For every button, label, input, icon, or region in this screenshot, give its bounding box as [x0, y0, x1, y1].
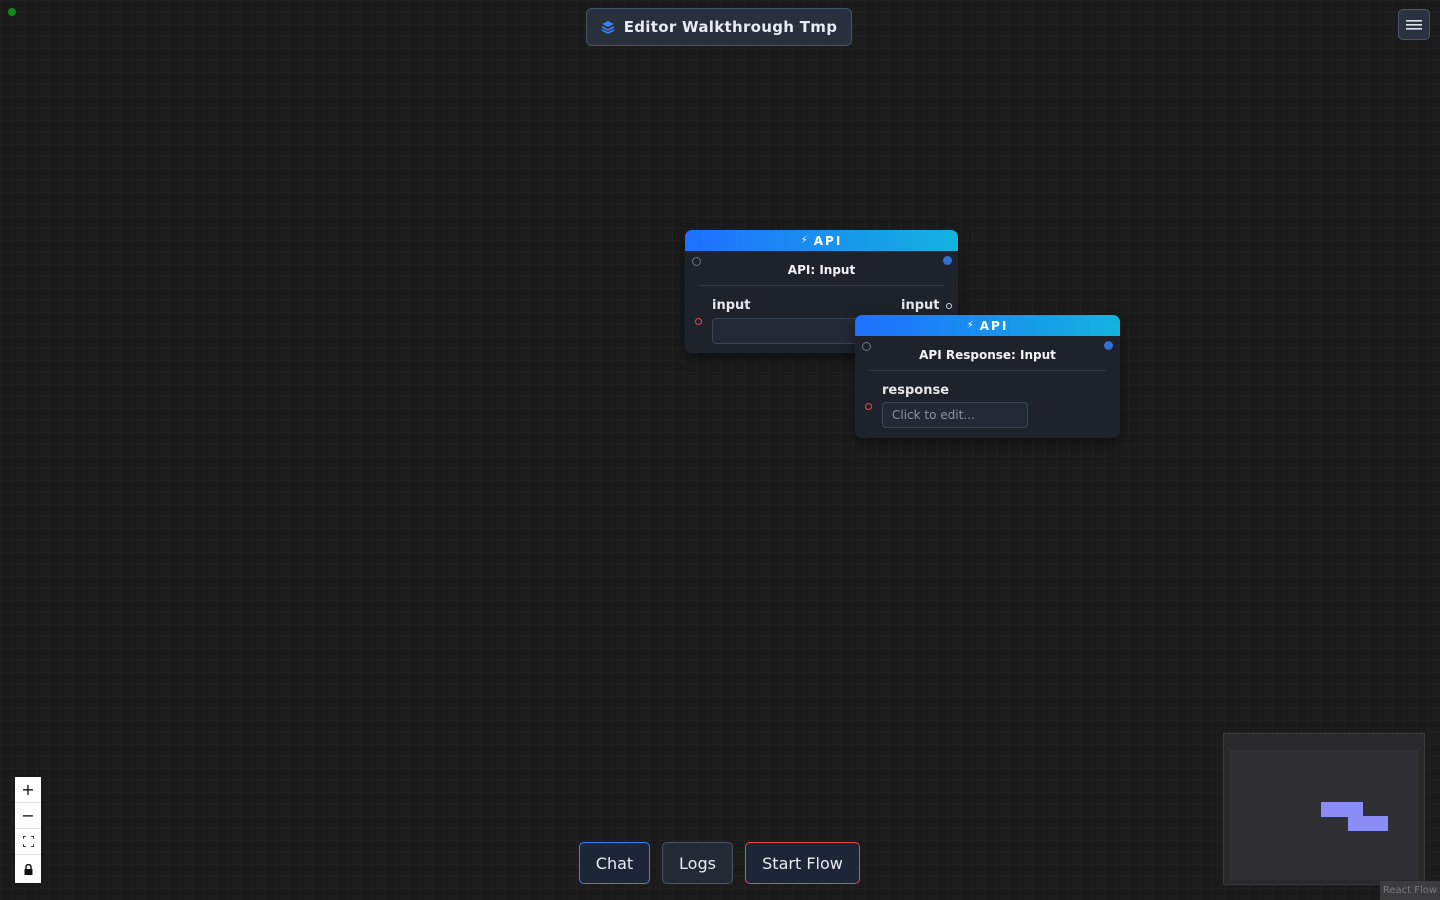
node-category-header: ⚡ API: [685, 230, 958, 251]
lock-button[interactable]: [15, 855, 41, 883]
fit-view-icon: [22, 836, 34, 847]
react-flow-attribution[interactable]: React Flow: [1380, 881, 1440, 900]
minimap-view: [1230, 750, 1418, 880]
node-category-header: ⚡ API: [855, 315, 1120, 336]
lightning-icon: ⚡: [800, 235, 810, 246]
node-title: API: Input: [787, 263, 856, 277]
field-label-input: input: [712, 298, 751, 313]
connection-status-dot: [8, 8, 16, 16]
field-input-handle[interactable]: [695, 318, 702, 325]
minimap-node: [1348, 816, 1388, 831]
chat-button[interactable]: Chat: [579, 842, 650, 884]
node-divider: [869, 370, 1106, 371]
node-divider: [699, 285, 944, 286]
project-title-pill[interactable]: Editor Walkthrough Tmp: [586, 8, 852, 46]
node-category-label: API: [979, 318, 1009, 333]
minimap[interactable]: [1223, 733, 1425, 885]
flow-canvas[interactable]: Editor Walkthrough Tmp ⚡ API API: Input …: [0, 0, 1440, 900]
field-input-handle[interactable]: [865, 403, 872, 410]
field-output-handle[interactable]: [946, 303, 952, 309]
api-response-node[interactable]: ⚡ API API Response: Input response Click…: [855, 315, 1120, 438]
start-flow-button[interactable]: Start Flow: [745, 842, 860, 884]
fit-view-button[interactable]: [15, 829, 41, 855]
project-title: Editor Walkthrough Tmp: [623, 18, 838, 36]
field-label-response: response: [882, 383, 950, 398]
node-category-label: API: [813, 233, 843, 248]
output-label-input: input: [901, 298, 940, 313]
lock-icon: [24, 863, 32, 875]
layers-icon: [601, 21, 615, 34]
lightning-icon: ⚡: [966, 320, 976, 331]
minimap-node: [1321, 802, 1363, 817]
zoom-controls: + −: [15, 777, 41, 883]
zoom-in-button[interactable]: +: [15, 777, 41, 803]
zoom-out-button[interactable]: −: [15, 803, 41, 829]
response-field[interactable]: Click to edit...: [882, 402, 1028, 428]
node-title: API Response: Input: [919, 348, 1056, 362]
logs-button[interactable]: Logs: [662, 842, 733, 884]
menu-button[interactable]: [1398, 9, 1430, 40]
hamburger-menu-icon: [1406, 19, 1422, 30]
